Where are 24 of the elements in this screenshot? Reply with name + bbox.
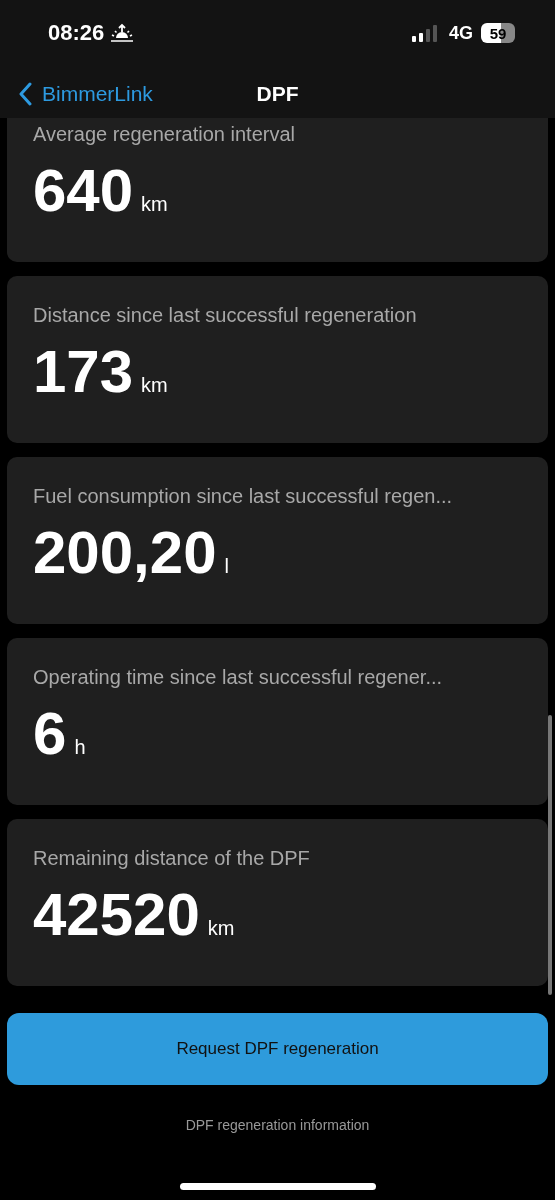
metric-unit: km <box>141 374 168 397</box>
status-time: 08:26 <box>48 20 105 46</box>
metric-value: 640 <box>33 156 134 225</box>
chevron-left-icon <box>18 82 32 106</box>
info-link[interactable]: DPF regeneration information <box>185 1117 370 1133</box>
nav-title: DPF <box>256 82 299 106</box>
metric-label: Remaining distance of the DPF <box>33 847 311 870</box>
request-regeneration-button[interactable]: Request DPF regeneration <box>7 1013 548 1085</box>
metric-value: 173 <box>33 337 134 406</box>
battery-icon: 59 <box>481 23 515 43</box>
metric-unit: km <box>207 917 235 940</box>
metric-unit: h <box>74 736 86 759</box>
sunrise-icon <box>110 23 135 43</box>
metric-unit: l <box>224 555 229 578</box>
back-button[interactable]: BimmerLink <box>0 82 153 106</box>
metric-label: Fuel consumption since last successful regen... <box>33 485 454 508</box>
metric-value: 42520 <box>33 880 200 949</box>
metric-label: Distance since last successful regeneration <box>33 304 418 327</box>
metric-unit: km <box>141 193 168 216</box>
metric-label: Average regeneration interval <box>33 123 297 146</box>
metric-value: 6 <box>33 699 67 768</box>
metric-value: 200,20 <box>33 518 217 587</box>
metric-label: Operating time since last successful regener... <box>33 666 444 689</box>
network-label: 4G <box>449 22 473 44</box>
